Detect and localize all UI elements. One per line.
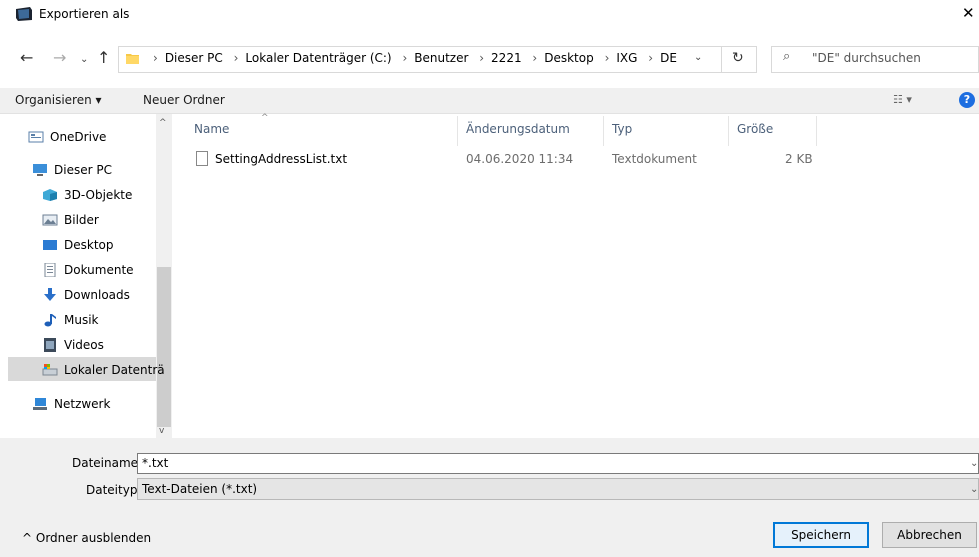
chevron-down-icon[interactable]: ⌄ <box>970 484 978 495</box>
downloads-icon <box>44 288 56 301</box>
computer-icon <box>33 164 47 176</box>
view-options-icon[interactable]: ☷ ▾ <box>893 93 912 106</box>
3d-objects-icon <box>43 189 57 201</box>
column-header-name[interactable]: Name <box>194 122 229 136</box>
sidebar-item-videos[interactable]: Videos <box>42 333 104 357</box>
sidebar-item-lokaler-datentraeger[interactable]: Lokaler Datenträ <box>42 358 165 382</box>
sidebar-item-label: Netzwerk <box>54 397 111 411</box>
breadcrumb: › Dieser PC › Lokaler Datenträger (C:) › Be… <box>146 51 677 65</box>
column-header-size[interactable]: Größe <box>737 122 773 136</box>
recent-locations-button[interactable]: ⌄ <box>80 54 88 65</box>
breadcrumb-separator: › <box>233 51 239 65</box>
sidebar-item-label: Dokumente <box>64 263 134 277</box>
sidebar-item-label: Videos <box>64 338 104 352</box>
videos-icon <box>44 338 56 352</box>
breadcrumb-separator: › <box>479 51 485 65</box>
filetype-label: Dateityp: <box>86 483 142 497</box>
sidebar-item-label: Musik <box>64 313 99 327</box>
filename-input[interactable]: *.txt <box>137 453 979 474</box>
up-button[interactable]: ↑ <box>97 48 110 67</box>
sidebar-item-label: Lokaler Datenträ <box>64 363 165 377</box>
column-header-date[interactable]: Änderungsdatum <box>466 122 570 136</box>
desktop-icon <box>43 240 57 250</box>
column-header-type[interactable]: Typ <box>612 122 632 136</box>
breadcrumb-separator: › <box>532 51 538 65</box>
column-divider[interactable] <box>816 116 817 146</box>
music-icon <box>44 314 56 327</box>
close-icon[interactable]: ✕ <box>962 4 975 22</box>
onedrive-icon <box>28 131 44 143</box>
sidebar-item-label: Downloads <box>64 288 130 302</box>
forward-button[interactable]: → <box>53 48 66 67</box>
breadcrumb-item-benutzer[interactable]: Benutzer <box>414 51 468 65</box>
cancel-button[interactable]: Abbrechen <box>882 522 977 548</box>
organize-button[interactable]: Organisieren ▾ <box>15 93 102 107</box>
title-bar <box>0 0 979 30</box>
search-icon: ⌕ <box>783 49 791 64</box>
save-button[interactable]: Speichern <box>773 522 869 548</box>
back-button[interactable]: ← <box>20 48 33 67</box>
file-name[interactable]: SettingAddressList.txt <box>215 152 347 166</box>
file-type: Textdokument <box>612 152 697 166</box>
breadcrumb-item-drive[interactable]: Lokaler Datenträger (C:) <box>245 51 391 65</box>
sidebar-item-desktop[interactable]: Desktop <box>42 233 114 257</box>
breadcrumb-item-user[interactable]: 2221 <box>491 51 522 65</box>
new-folder-button[interactable]: Neuer Ordner <box>143 93 225 107</box>
breadcrumb-item-ixg[interactable]: IXG <box>616 51 637 65</box>
refresh-icon: ↻ <box>732 50 744 66</box>
sidebar-item-label: OneDrive <box>50 130 107 144</box>
text-file-icon <box>196 151 208 166</box>
sidebar-item-label: Dieser PC <box>54 163 112 177</box>
breadcrumb-separator: › <box>648 51 654 65</box>
sidebar-item-label: 3D-Objekte <box>64 188 133 202</box>
breadcrumb-separator: › <box>153 51 158 65</box>
sidebar-item-label: Bilder <box>64 213 99 227</box>
hide-folders-button[interactable]: ^ Ordner ausblenden <box>22 531 151 545</box>
scroll-down-icon[interactable]: v <box>159 426 164 436</box>
filename-label: Dateiname: <box>72 456 143 470</box>
column-divider[interactable] <box>457 116 458 146</box>
chevron-down-icon[interactable]: ⌄ <box>694 52 702 63</box>
sort-ascending-icon: ^ <box>261 113 269 123</box>
network-icon <box>33 398 47 410</box>
column-divider[interactable] <box>603 116 604 146</box>
column-header-row <box>172 114 979 144</box>
folder-icon <box>126 54 139 64</box>
breadcrumb-item-de[interactable]: DE <box>660 51 677 65</box>
sidebar-item-bilder[interactable]: Bilder <box>42 208 99 232</box>
chevron-down-icon[interactable]: ⌄ <box>970 458 978 469</box>
file-size: 2 KB <box>785 152 813 166</box>
sidebar-item-dokumente[interactable]: Dokumente <box>42 258 134 282</box>
breadcrumb-separator: › <box>604 51 610 65</box>
sidebar-item-3d-objekte[interactable]: 3D-Objekte <box>42 183 132 207</box>
search-placeholder: "DE" durchsuchen <box>812 51 921 65</box>
column-divider[interactable] <box>728 116 729 146</box>
breadcrumb-separator: › <box>402 51 408 65</box>
pictures-icon <box>42 214 58 226</box>
help-icon[interactable]: ? <box>959 92 975 108</box>
drive-icon <box>42 364 58 376</box>
sidebar-item-dieser-pc[interactable]: Dieser PC <box>32 158 112 182</box>
window-title: Exportieren als <box>39 7 130 21</box>
documents-icon <box>44 263 56 277</box>
sidebar-item-onedrive[interactable]: OneDrive <box>28 125 106 149</box>
breadcrumb-item-desktop[interactable]: Desktop <box>544 51 594 65</box>
filetype-select[interactable]: Text-Dateien (*.txt) <box>137 478 979 500</box>
breadcrumb-item-dieser-pc[interactable]: Dieser PC <box>165 51 223 65</box>
sidebar-item-musik[interactable]: Musik <box>42 308 99 332</box>
app-icon <box>16 7 32 21</box>
file-date: 04.06.2020 11:34 <box>466 152 574 166</box>
sidebar-item-label: Desktop <box>64 238 114 252</box>
sidebar-item-downloads[interactable]: Downloads <box>42 283 130 307</box>
sidebar-item-netzwerk[interactable]: Netzwerk <box>32 392 110 416</box>
scroll-up-icon[interactable]: ^ <box>159 118 167 128</box>
scrollbar-thumb[interactable] <box>157 267 171 427</box>
